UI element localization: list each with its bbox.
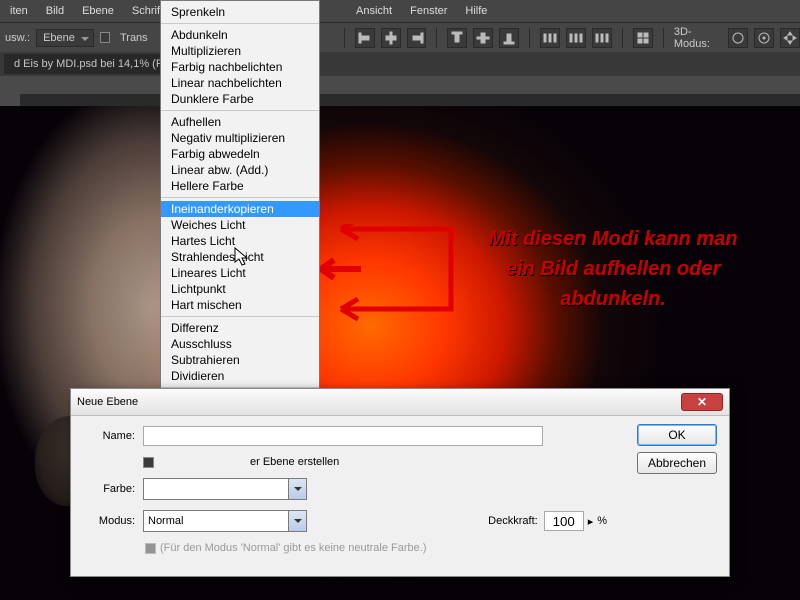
blend-mode-item[interactable]: Hartes Licht: [161, 233, 319, 249]
menu-item[interactable]: Ebene: [82, 5, 114, 17]
name-label: Name:: [83, 430, 135, 442]
chevron-down-icon[interactable]: [288, 479, 306, 499]
3d-pan-icon[interactable]: [780, 28, 800, 48]
3d-orbit-icon[interactable]: [728, 28, 748, 48]
annotation-text: Mit diesen Modi kann man ein Bild aufhel…: [453, 224, 773, 314]
blend-mode-item[interactable]: Differenz: [161, 320, 319, 336]
blend-mode-item[interactable]: Strahlendes Licht: [161, 249, 319, 265]
options-bar: usw.: Ebene Trans 3D-Modus:: [0, 22, 800, 52]
blend-mode-item[interactable]: Dunklere Farbe: [161, 91, 319, 107]
align-vcenter-icon[interactable]: [473, 28, 493, 48]
ok-button[interactable]: OK: [637, 424, 717, 446]
mode-label: Modus:: [83, 515, 135, 527]
annotation-arrow-icon: [316, 224, 456, 324]
align-top-icon[interactable]: [447, 28, 467, 48]
blend-mode-item[interactable]: Ausschluss: [161, 336, 319, 352]
mode-select[interactable]: Normal: [143, 510, 307, 532]
dialog-title: Neue Ebene: [77, 396, 138, 408]
neutral-note: (Für den Modus 'Normal' gibt es keine ne…: [160, 542, 427, 554]
blend-mode-item[interactable]: Aufhellen: [161, 114, 319, 130]
cancel-button[interactable]: Abbrechen: [637, 452, 717, 474]
dialog-titlebar[interactable]: Neue Ebene ✕: [71, 389, 729, 416]
blend-mode-item[interactable]: Farbig nachbelichten: [161, 59, 319, 75]
blend-mode-item[interactable]: Negativ multiplizieren: [161, 130, 319, 146]
transparency-checkbox[interactable]: [100, 32, 110, 43]
menu-item[interactable]: iten: [10, 5, 28, 17]
dist-h2-icon[interactable]: [566, 28, 586, 48]
blend-mode-item[interactable]: Subtrahieren: [161, 352, 319, 368]
menu-item[interactable]: Hilfe: [465, 5, 487, 17]
main-menubar: iten Bild Ebene Schrif Ansicht Fenster H…: [0, 0, 800, 22]
blend-mode-item[interactable]: Hart mischen: [161, 297, 319, 313]
blend-mode-item[interactable]: Sprenkeln: [161, 4, 319, 20]
blend-mode-item[interactable]: Dividieren: [161, 368, 319, 384]
document-tab[interactable]: d Eis by MDI.psd bei 14,1% (Fa: [4, 54, 180, 74]
blend-mode-item[interactable]: Lineares Licht: [161, 265, 319, 281]
blend-mode-item[interactable]: Lichtpunkt: [161, 281, 319, 297]
menu-item[interactable]: Schrif: [132, 5, 160, 17]
menu-item[interactable]: Ansicht: [356, 5, 392, 17]
blend-mode-item[interactable]: Abdunkeln: [161, 27, 319, 43]
close-icon[interactable]: ✕: [681, 393, 723, 411]
align-left-icon[interactable]: [355, 28, 375, 48]
document-tabs: d Eis by MDI.psd bei 14,1% (Fa: [0, 52, 800, 76]
prev-layer-checkbox[interactable]: [143, 457, 154, 468]
blend-mode-item[interactable]: Linear abw. (Add.): [161, 162, 319, 178]
new-layer-dialog: Neue Ebene ✕ OK Abbrechen Name: er Ebene…: [70, 388, 730, 577]
blend-mode-item[interactable]: Weiches Licht: [161, 217, 319, 233]
align-bottom-icon[interactable]: [499, 28, 519, 48]
color-label: Farbe:: [83, 483, 135, 495]
menu-item[interactable]: Bild: [46, 5, 64, 17]
neutral-checkbox: [145, 543, 156, 554]
chevron-down-icon[interactable]: [288, 511, 306, 531]
opacity-input[interactable]: [544, 511, 584, 531]
ruler-horizontal: [20, 76, 800, 94]
3d-roll-icon[interactable]: [754, 28, 774, 48]
blend-mode-item[interactable]: Hellere Farbe: [161, 178, 319, 194]
opacity-label: Deckkraft:: [488, 515, 538, 527]
dist-h-icon[interactable]: [540, 28, 560, 48]
blend-mode-item[interactable]: Farbig abwedeln: [161, 146, 319, 162]
align-options-icon[interactable]: [633, 28, 653, 48]
layer-select[interactable]: Ebene: [36, 29, 94, 47]
align-hcenter-icon[interactable]: [381, 28, 401, 48]
opacity-suffix: %: [597, 515, 607, 527]
align-right-icon[interactable]: [407, 28, 427, 48]
color-select[interactable]: [143, 478, 307, 500]
opacity-arrow-icon[interactable]: ▸: [588, 515, 594, 528]
mode3d-label: 3D-Modus:: [674, 26, 722, 50]
menu-item[interactable]: Fenster: [410, 5, 447, 17]
blend-mode-item[interactable]: Ineinanderkopieren: [161, 201, 319, 217]
prev-layer-label: er Ebene erstellen: [250, 456, 339, 468]
usw-label: usw.:: [5, 32, 30, 44]
name-input[interactable]: [143, 426, 543, 446]
transparency-label: Trans: [120, 32, 148, 44]
blend-mode-item[interactable]: Multiplizieren: [161, 43, 319, 59]
dist-h3-icon[interactable]: [592, 28, 612, 48]
blend-mode-item[interactable]: Linear nachbelichten: [161, 75, 319, 91]
